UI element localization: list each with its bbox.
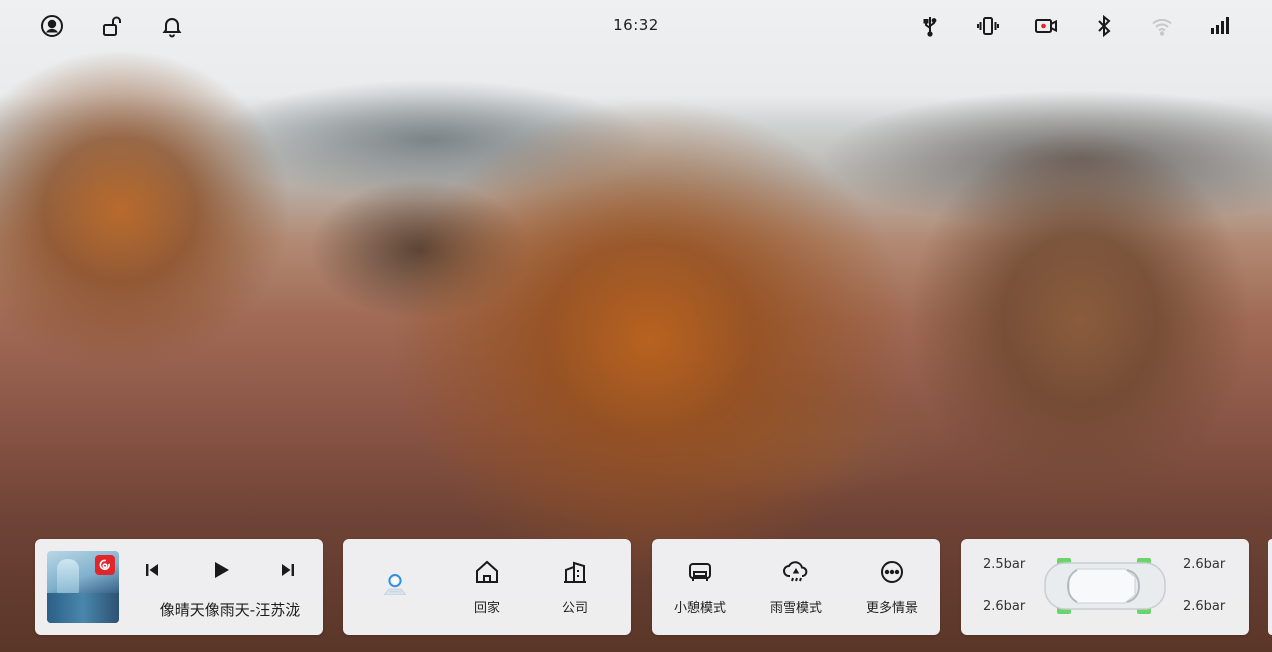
tire-rear-right-pressure: 2.6bar: [1183, 599, 1226, 614]
play-icon[interactable]: [210, 557, 232, 583]
clock: 16:32: [613, 16, 659, 34]
tire-front-left-pressure: 2.5bar: [983, 557, 1026, 572]
next-card-edge[interactable]: [1268, 539, 1272, 635]
car-top-view-icon: [1041, 555, 1169, 617]
more-icon: [877, 557, 907, 587]
music-app-icon: [95, 555, 115, 575]
map-search-icon: [370, 559, 420, 609]
company-icon: [560, 557, 590, 587]
rain-snow-mode-button[interactable]: 雨雪模式: [756, 557, 836, 621]
rain-cloud-icon: [781, 557, 811, 587]
next-icon[interactable]: [277, 557, 299, 583]
more-scenes-button[interactable]: 更多情景: [852, 557, 932, 621]
home-button[interactable]: 回家: [447, 557, 527, 621]
company-label: 公司: [561, 601, 588, 616]
map-search-button[interactable]: [355, 559, 435, 623]
navigation-card[interactable]: 回家 公司: [343, 539, 631, 635]
music-card[interactable]: 像晴天像雨天-汪苏泷: [35, 539, 323, 635]
home-icon: [472, 557, 502, 587]
song-title[interactable]: 像晴天像雨天-汪苏泷: [145, 599, 315, 620]
company-button[interactable]: 公司: [535, 557, 615, 621]
home-label: 回家: [473, 601, 500, 616]
previous-icon[interactable]: [141, 557, 163, 583]
nap-mode-label: 小憩模式: [673, 601, 726, 616]
tire-rear-left-pressure: 2.6bar: [983, 599, 1026, 614]
album-art[interactable]: [47, 551, 119, 623]
tire-front-right-pressure: 2.6bar: [1183, 557, 1226, 572]
status-bar: 16:32: [0, 0, 1272, 52]
seat-icon: [685, 557, 715, 587]
album-band: [47, 593, 119, 623]
rain-snow-mode-label: 雨雪模式: [769, 601, 822, 616]
scene-mode-card: 小憩模式 雨雪模式 更多情景: [652, 539, 940, 635]
more-scenes-label: 更多情景: [865, 601, 918, 616]
nap-mode-button[interactable]: 小憩模式: [660, 557, 740, 621]
tire-pressure-card[interactable]: 2.5bar 2.6bar 2.6bar 2.6bar: [961, 539, 1249, 635]
album-figure: [57, 559, 79, 595]
